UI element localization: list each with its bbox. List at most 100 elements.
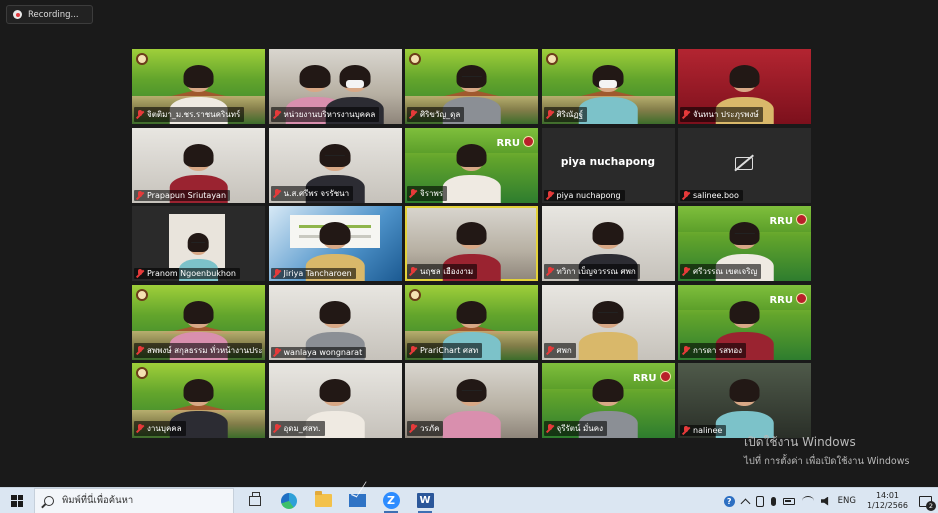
participant-name-tag: ศิริณัฏฐ์ (543, 107, 588, 122)
participant-name: ศรีวรรณ เขตเจริญ (693, 267, 758, 276)
participant-name-tag: salinee.boo (680, 189, 743, 201)
mail-icon (348, 494, 366, 507)
taskbar-apps: Z W (244, 490, 436, 513)
participant-tile[interactable]: nalinee (678, 363, 811, 438)
taskbar-search-box[interactable]: พิมพ์ที่นี่เพื่อค้นหา (34, 487, 234, 513)
participant-tile[interactable]: salinee.boo (678, 127, 811, 203)
participant-tile[interactable]: RRU จุรีรัตน์ มั่นคง (541, 363, 675, 438)
gallery-view: จิตติมา_ม.ชร.ราชนครินทร์ หน่วยงานบริหารงา… (132, 49, 811, 438)
participant-name-tag: ศรีวรรณ เขตเจริญ (680, 264, 762, 279)
participant-tile[interactable]: สพพงษ์ สกุลธรรม ทั่วหน้างานประ... (132, 284, 265, 360)
chevron-up-icon[interactable] (740, 498, 751, 508)
task-view-button[interactable] (244, 490, 266, 512)
task-view-icon (249, 491, 261, 506)
wifi-icon[interactable] (801, 496, 814, 506)
participant-tile[interactable]: น.ส.ศรีพร จรรัชนา (268, 127, 402, 203)
participant-name-tag: หน่วยงานบริหารงานบุคคล (270, 107, 380, 122)
muted-mic-icon (682, 426, 690, 435)
university-seal-icon (796, 292, 807, 304)
muted-mic-icon (273, 269, 281, 278)
university-seal-icon (545, 53, 558, 65)
participant-tile[interactable]: RRU ศรีวรรณ เขตเจริญ (678, 206, 811, 281)
participant-tile[interactable]: จิตติมา_ม.ชร.ราชนครินทร์ (132, 49, 265, 124)
edge-button[interactable] (278, 490, 300, 512)
muted-mic-icon (273, 347, 281, 357)
participant-tile[interactable]: RRU การดา รสทอง (678, 284, 811, 360)
participant-name: จุรีรัตน์ มั่นคง (556, 424, 604, 433)
participant-name-tag: Pranom Ngoenbukhon (134, 268, 240, 279)
video-off-icon (735, 156, 753, 170)
participant-tile[interactable]: ทวิกา เบ็ญจวรรณ ศพก (541, 206, 675, 281)
participant-tile[interactable]: Pranom Ngoenbukhon (132, 206, 265, 281)
zoom-icon: Z (382, 492, 400, 509)
muted-mic-icon (546, 267, 554, 276)
university-seal-icon (659, 371, 671, 382)
mail-button[interactable] (346, 490, 368, 512)
participant-name-tag: ศพก (543, 342, 576, 358)
participant-name-tag: Jiriya Tancharoen (270, 268, 356, 279)
help-icon[interactable]: ? (723, 495, 735, 507)
muted-mic-icon (409, 267, 417, 276)
word-icon: W (416, 493, 434, 508)
activation-subtitle: ไปที่ การตั้งค่า เพื่อเปิดใช้งาน Windows (744, 456, 910, 467)
speaker-icon[interactable] (820, 496, 829, 506)
muted-mic-icon (682, 190, 690, 200)
language-indicator[interactable]: ENG (838, 496, 856, 506)
participant-tile[interactable]: นฤชล เฮืองงาม (405, 206, 538, 281)
participant-tile[interactable]: Jiriya Tancharoen (268, 206, 402, 281)
microphone-icon[interactable] (770, 496, 776, 506)
start-button[interactable] (0, 488, 34, 513)
system-tray: ? ENG 14:01 1/12/2566 2 (723, 488, 938, 513)
university-seal-icon (796, 214, 807, 225)
muted-mic-icon (273, 188, 281, 198)
muted-mic-icon (136, 190, 144, 200)
participant-video (442, 143, 501, 203)
participant-tile[interactable]: ศิริณัฏฐ์ (541, 49, 675, 124)
clock-date: 1/12/2566 (866, 501, 908, 510)
participant-name: การดา รสทอง (693, 345, 743, 355)
participant-video (578, 300, 638, 360)
muted-mic-icon (409, 110, 417, 119)
zoom-taskbar-button[interactable]: Z (380, 490, 402, 513)
participant-tile[interactable]: วรภัค (405, 363, 538, 438)
university-seal-icon (409, 288, 421, 301)
participant-tile[interactable]: งานบุคคล (132, 363, 265, 438)
notification-center-icon[interactable]: 2 (919, 495, 936, 511)
participant-tile[interactable]: อุดม_ศสท. (268, 363, 402, 438)
participant-name: ศพก (556, 345, 572, 355)
participant-name: Jiriya Tancharoen (283, 269, 352, 278)
participant-tile[interactable]: piya nuchapong piya nuchapong (541, 127, 675, 203)
file-explorer-button[interactable] (312, 490, 334, 512)
participant-tile[interactable]: Prapapun Sriutayan (132, 127, 265, 203)
participant-tile[interactable]: หน่วยงานบริหารงานบุคคล (268, 49, 402, 124)
participant-tile[interactable]: RRU จิราพร (405, 127, 538, 203)
participant-tile[interactable]: PrariChart ศสท (405, 284, 538, 360)
folder-icon (314, 491, 332, 507)
word-taskbar-button[interactable]: W (414, 490, 436, 513)
university-seal-icon (136, 288, 148, 301)
muted-mic-icon (682, 267, 690, 276)
windows-logo-icon (11, 494, 23, 507)
participant-name: งานบุคคล (147, 424, 182, 433)
participant-tile[interactable]: จันทนา ประภุรพงษ์ (678, 49, 811, 124)
search-placeholder: พิมพ์ที่นี่เพื่อค้นหา (62, 495, 134, 506)
recording-indicator[interactable]: Recording... (6, 5, 93, 24)
participant-tile[interactable]: ศิริขวัญ_ดุล (405, 49, 538, 124)
participant-tile[interactable]: wanlaya wongnarat (268, 284, 402, 360)
participant-name: salinee.boo (693, 190, 739, 200)
participant-name-tag: นฤชล เฮืองงาม (407, 264, 478, 279)
participant-name-tag: สพพงษ์ สกุลธรรม ทั่วหน้างานประ... (134, 342, 262, 358)
muted-mic-icon (136, 424, 144, 433)
participant-tile[interactable]: ศพก (541, 284, 675, 360)
muted-mic-icon (546, 190, 554, 200)
battery-icon[interactable] (782, 497, 795, 505)
clock[interactable]: 14:01 1/12/2566 (867, 491, 908, 511)
muted-mic-icon (273, 110, 281, 119)
participant-name-tag: จิราพร (407, 185, 448, 201)
muted-mic-icon (682, 110, 690, 119)
muted-mic-icon (409, 188, 417, 198)
usb-icon[interactable] (755, 495, 764, 507)
participant-name: piya nuchapong (556, 190, 621, 200)
participant-name-tag: การดา รสทอง (680, 342, 747, 358)
participant-name: wanlaya wongnarat (283, 347, 363, 357)
